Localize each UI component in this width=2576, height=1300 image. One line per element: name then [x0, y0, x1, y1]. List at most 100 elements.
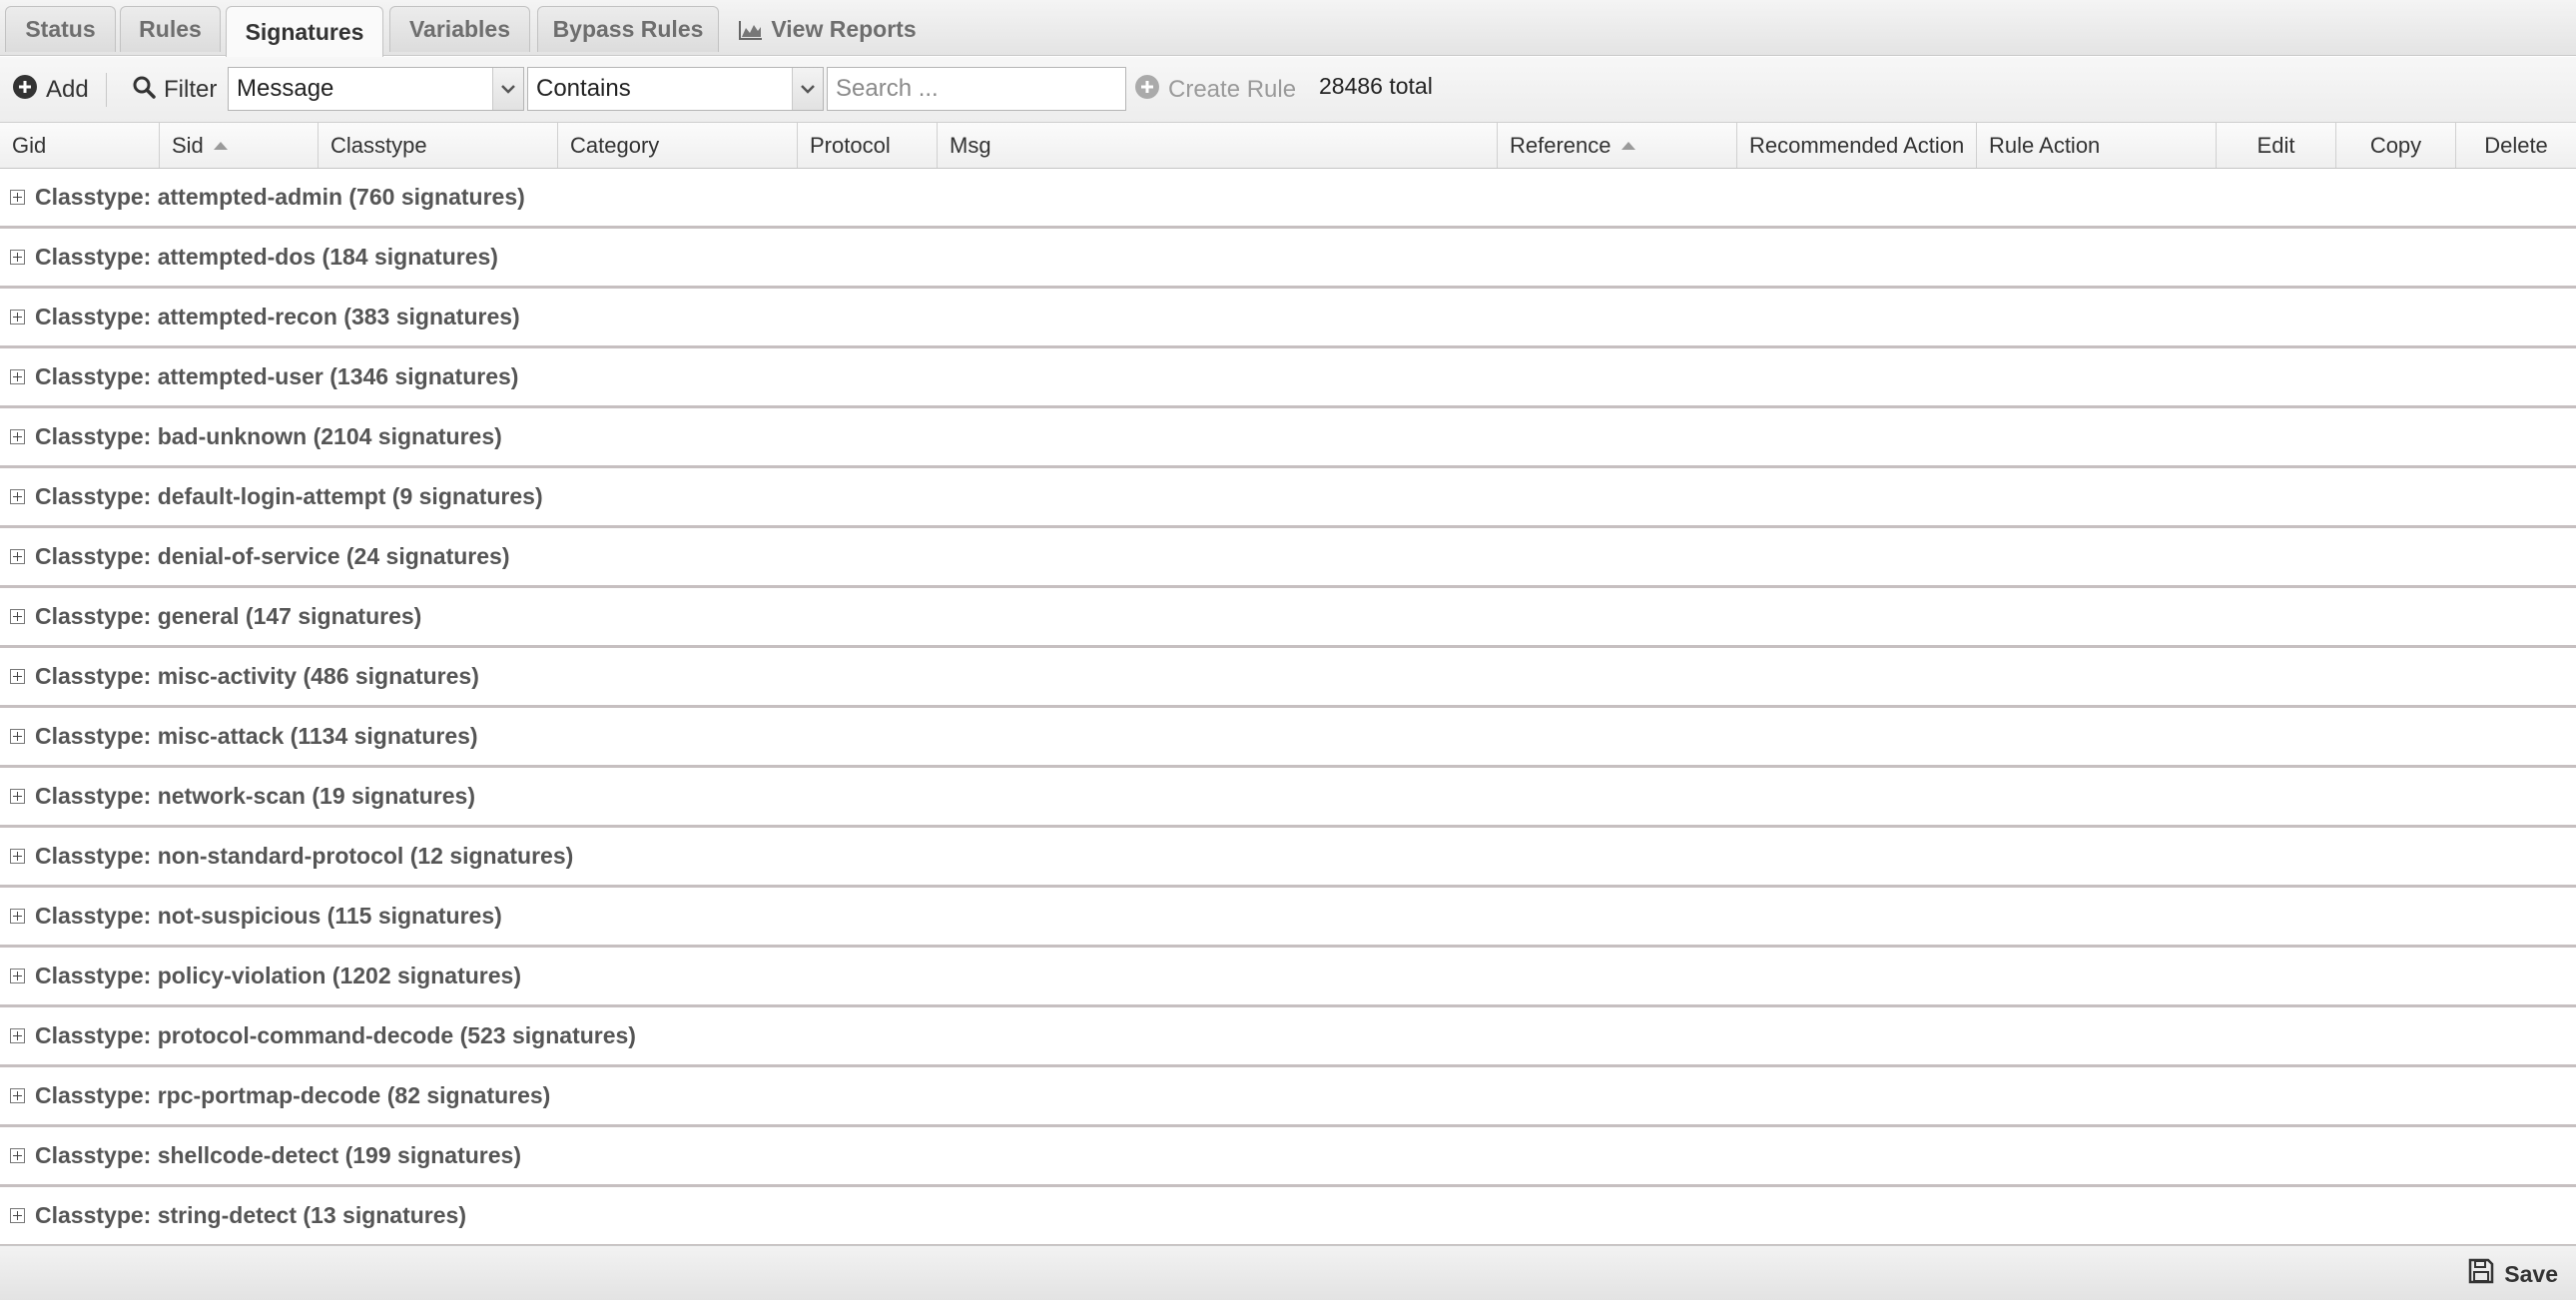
- expand-plus-icon[interactable]: [10, 789, 25, 804]
- floppy-disk-icon: [2468, 1258, 2494, 1290]
- group-header-row[interactable]: Classtype: protocol-command-decode (523 …: [0, 1007, 2576, 1067]
- expand-plus-icon[interactable]: [10, 489, 25, 504]
- group-header-row[interactable]: Classtype: default-login-attempt (9 sign…: [0, 468, 2576, 528]
- group-header-row[interactable]: Classtype: attempted-recon (383 signatur…: [0, 289, 2576, 348]
- column-header-copy[interactable]: Copy: [2336, 123, 2456, 168]
- tab-bypass-rules[interactable]: Bypass Rules: [537, 6, 719, 52]
- group-header-row[interactable]: Classtype: network-scan (19 signatures): [0, 768, 2576, 828]
- toolbar-divider: [106, 73, 107, 107]
- column-label: Delete: [2484, 132, 2548, 158]
- group-header-row[interactable]: Classtype: policy-violation (1202 signat…: [0, 948, 2576, 1007]
- expand-plus-icon[interactable]: [10, 729, 25, 744]
- group-header-row[interactable]: Classtype: general (147 signatures): [0, 588, 2576, 648]
- tab-bar: Status Rules Signatures Variables Bypass…: [0, 0, 2576, 57]
- expand-plus-icon[interactable]: [10, 1028, 25, 1043]
- group-header-row[interactable]: Classtype: misc-attack (1134 signatures): [0, 708, 2576, 768]
- column-header-reference[interactable]: Reference: [1498, 123, 1737, 168]
- expand-plus-icon[interactable]: [10, 969, 25, 983]
- save-button-label: Save: [2504, 1260, 2558, 1287]
- group-label: Classtype: shellcode-detect (199 signatu…: [35, 1142, 521, 1168]
- group-label: Classtype: denial-of-service (24 signatu…: [35, 543, 510, 569]
- group-header-row[interactable]: Classtype: bad-unknown (2104 signatures): [0, 408, 2576, 468]
- group-label: Classtype: default-login-attempt (9 sign…: [35, 483, 543, 509]
- column-label: Sid: [172, 132, 204, 158]
- group-label: Classtype: bad-unknown (2104 signatures): [35, 423, 502, 449]
- expand-plus-icon[interactable]: [10, 250, 25, 265]
- group-label: Classtype: string-detect (13 signatures): [35, 1202, 467, 1228]
- column-header-edit[interactable]: Edit: [2217, 123, 2336, 168]
- tab-label: Bypass Rules: [552, 16, 704, 42]
- add-circle-icon: [12, 74, 38, 107]
- expand-plus-icon[interactable]: [10, 310, 25, 325]
- area-chart-icon: [739, 20, 763, 40]
- expand-plus-icon[interactable]: [10, 1208, 25, 1223]
- add-circle-icon: [1134, 74, 1160, 107]
- group-header-row[interactable]: Classtype: denial-of-service (24 signatu…: [0, 528, 2576, 588]
- column-label: Copy: [2369, 132, 2422, 158]
- footer-toolbar: Save: [0, 1245, 2576, 1300]
- group-header-row[interactable]: Classtype: rpc-portmap-decode (82 signat…: [0, 1067, 2576, 1127]
- column-header-sid[interactable]: Sid: [160, 123, 319, 168]
- expand-plus-icon[interactable]: [10, 190, 25, 205]
- tab-view-reports[interactable]: View Reports: [725, 6, 931, 52]
- save-button[interactable]: Save: [2468, 1257, 2558, 1291]
- group-header-row[interactable]: Classtype: attempted-dos (184 signatures…: [0, 229, 2576, 289]
- create-rule-label: Create Rule: [1168, 76, 1297, 103]
- column-header-delete[interactable]: Delete: [2456, 123, 2576, 168]
- expand-plus-icon[interactable]: [10, 429, 25, 444]
- group-header-row[interactable]: Classtype: not-suspicious (115 signature…: [0, 888, 2576, 948]
- expand-plus-icon[interactable]: [10, 369, 25, 384]
- group-label: Classtype: misc-activity (486 signatures…: [35, 663, 479, 689]
- expand-plus-icon[interactable]: [10, 1088, 25, 1103]
- chevron-down-icon[interactable]: [492, 68, 523, 110]
- expand-plus-icon[interactable]: [10, 549, 25, 564]
- column-header-recommended-action[interactable]: Recommended Action: [1737, 123, 1977, 168]
- column-header-classtype[interactable]: Classtype: [319, 123, 558, 168]
- chevron-down-icon[interactable]: [792, 68, 823, 110]
- group-header-row[interactable]: Classtype: attempted-user (1346 signatur…: [0, 348, 2576, 408]
- column-label: Reference: [1510, 132, 1611, 158]
- expand-plus-icon[interactable]: [10, 609, 25, 624]
- group-label: Classtype: protocol-command-decode (523 …: [35, 1022, 636, 1048]
- expand-plus-icon[interactable]: [10, 849, 25, 864]
- add-button[interactable]: Add: [12, 71, 89, 109]
- tab-variables[interactable]: Variables: [389, 6, 530, 52]
- column-header-msg[interactable]: Msg: [938, 123, 1498, 168]
- column-header-protocol[interactable]: Protocol: [798, 123, 938, 168]
- column-label: Protocol: [810, 132, 891, 158]
- group-header-row[interactable]: Classtype: misc-activity (486 signatures…: [0, 648, 2576, 708]
- sort-ascending-icon: [1620, 141, 1635, 150]
- group-label: Classtype: rpc-portmap-decode (82 signat…: [35, 1082, 551, 1108]
- tab-status[interactable]: Status: [5, 6, 116, 52]
- column-header-rule-action[interactable]: Rule Action: [1977, 123, 2217, 168]
- search-input[interactable]: [827, 67, 1126, 111]
- column-label: Msg: [950, 132, 991, 158]
- total-count: 28486 total: [1319, 73, 1433, 99]
- tab-label: View Reports: [771, 16, 917, 42]
- group-header-row[interactable]: Classtype: attempted-admin (760 signatur…: [0, 169, 2576, 229]
- group-label: Classtype: policy-violation (1202 signat…: [35, 963, 521, 988]
- tab-signatures[interactable]: Signatures: [226, 6, 383, 57]
- filter-button-label: Filter: [164, 76, 218, 103]
- tab-rules[interactable]: Rules: [120, 6, 221, 52]
- filter-operator-select[interactable]: Contains: [527, 67, 824, 111]
- column-header-category[interactable]: Category: [558, 123, 798, 168]
- group-header-row[interactable]: Classtype: shellcode-detect (199 signatu…: [0, 1127, 2576, 1187]
- expand-plus-icon[interactable]: [10, 669, 25, 684]
- expand-plus-icon[interactable]: [10, 909, 25, 924]
- tab-label: Status: [25, 16, 96, 42]
- column-header-gid[interactable]: Gid: [0, 123, 160, 168]
- group-label: Classtype: network-scan (19 signatures): [35, 783, 475, 809]
- toolbar: Add Filter Message Contains Create Rule …: [0, 57, 2576, 123]
- column-label: Rule Action: [1989, 132, 2101, 158]
- group-header-row[interactable]: Classtype: non-standard-protocol (12 sig…: [0, 828, 2576, 888]
- column-label: Recommended Action: [1749, 132, 1965, 158]
- create-rule-button[interactable]: Create Rule: [1134, 71, 1296, 109]
- filter-field-select[interactable]: Message: [228, 67, 524, 111]
- search-icon: [132, 75, 156, 106]
- filter-button[interactable]: Filter: [132, 71, 217, 109]
- column-label: Classtype: [330, 132, 427, 158]
- expand-plus-icon[interactable]: [10, 1148, 25, 1163]
- group-header-row[interactable]: Classtype: string-detect (13 signatures): [0, 1187, 2576, 1245]
- group-label: Classtype: attempted-admin (760 signatur…: [35, 184, 525, 210]
